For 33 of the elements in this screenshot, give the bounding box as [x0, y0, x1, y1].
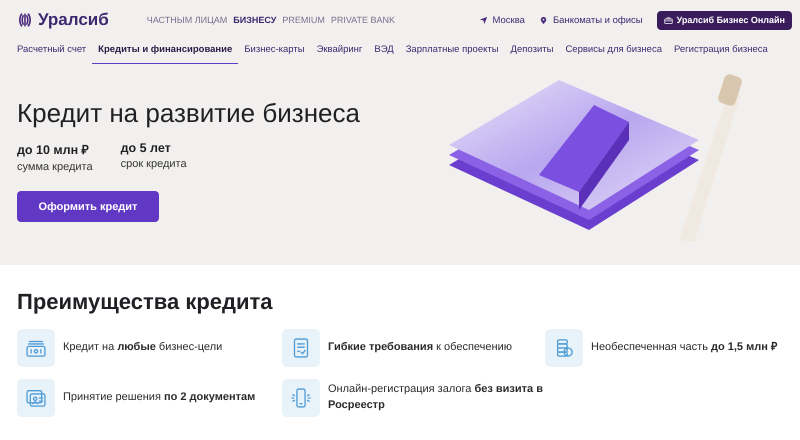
online-banking-button[interactable]: Уралсиб Бизнес Онлайн: [656, 10, 792, 30]
stat-caption: срок кредита: [120, 158, 187, 170]
nav-tab[interactable]: Бизнес-карты: [238, 44, 311, 64]
stat-value: до 10 млн ₽: [17, 142, 90, 158]
benefit-text: Онлайн-регистрация залога без визита в Росреестр: [328, 382, 543, 413]
nav-tab[interactable]: Сервисы для бизнеса: [559, 44, 668, 64]
benefit-text: Гибкие требования к обеспечению: [328, 340, 512, 356]
stat-caption: сумма кредита: [17, 161, 93, 173]
apply-credit-button[interactable]: Оформить кредит: [17, 191, 159, 222]
nav-tab[interactable]: Кредиты и финансирование: [92, 44, 238, 64]
segment-tab[interactable]: PREMIUM: [282, 15, 325, 25]
benefit-text: Принятие решения по 2 документам: [63, 390, 256, 406]
nav-tab[interactable]: Эквайринг: [310, 44, 368, 64]
briefcase-icon: [664, 16, 673, 24]
segment-tab[interactable]: БИЗНЕСУ: [233, 15, 276, 25]
nav-tab[interactable]: Депозиты: [504, 44, 560, 64]
city-link[interactable]: Москва: [478, 14, 525, 26]
segment-tab[interactable]: ЧАСТНЫМ ЛИЦАМ: [146, 15, 228, 25]
section-title: Преимущества кредита: [17, 289, 274, 315]
benefit-text: Кредит на любые бизнес-цели: [63, 340, 222, 356]
hero-title: Кредит на развитие бизнеса: [17, 98, 361, 129]
location-arrow-icon: [478, 16, 488, 24]
atm-link[interactable]: Банкоматы и офисы: [538, 14, 643, 26]
segment-tab[interactable]: PRIVATE BANK: [330, 15, 395, 25]
nav-tab[interactable]: Расчетный счет: [17, 44, 92, 64]
nav-tab[interactable]: ВЭД: [368, 44, 400, 64]
nav-tab[interactable]: Зарплатные проекты: [400, 44, 505, 64]
nav-tab[interactable]: Регистрация бизнеса: [668, 44, 774, 64]
map-pin-icon: [538, 16, 548, 24]
bank-logo[interactable]: Уралсиб: [17, 10, 109, 30]
benefit-text: Необеспеченная часть до 1,5 млн ₽: [591, 340, 777, 356]
logo-icon: [17, 12, 33, 28]
stat-value: до 5 лет: [120, 141, 172, 155]
